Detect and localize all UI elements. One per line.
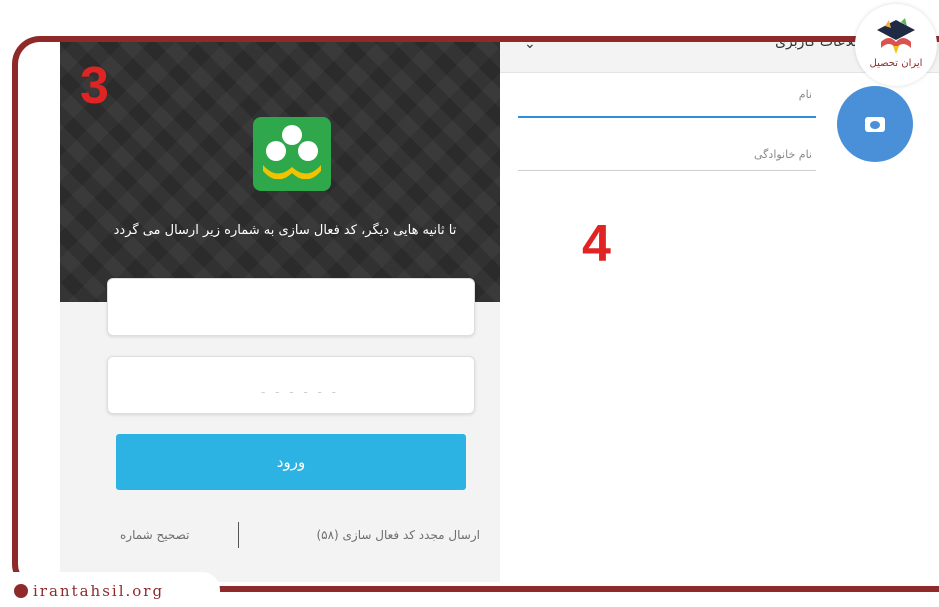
footer-divider bbox=[238, 522, 239, 548]
logo-dot bbox=[282, 125, 302, 145]
step-4-marker: 4 bbox=[582, 215, 611, 273]
fix-number-link[interactable]: تصحیح شماره bbox=[120, 528, 189, 542]
activation-code-placeholder: - - - - - - bbox=[260, 385, 339, 399]
last-name-placeholder: نام خانوادگی bbox=[754, 148, 812, 161]
last-name-field[interactable]: نام خانوادگی bbox=[518, 146, 816, 172]
brand-name: ایران تحصیل bbox=[869, 58, 923, 69]
watermark-text: irantahsil.org bbox=[33, 582, 165, 600]
first-name-placeholder: نام bbox=[798, 88, 812, 101]
globe-icon bbox=[14, 584, 28, 598]
brand-badge: ایران تحصیل bbox=[855, 4, 937, 86]
first-name-field[interactable]: نام bbox=[518, 86, 816, 118]
graduation-cap-icon bbox=[877, 18, 915, 54]
app-logo bbox=[253, 117, 331, 191]
logo-dot bbox=[298, 141, 318, 161]
phone-number-field[interactable] bbox=[107, 278, 475, 336]
profile-screen: ⌄ اطلاعات کاربری نام نام خانوادگی 4 bbox=[500, 42, 939, 582]
activation-notice: تا ثانیه هایی دیگر، کد فعال سازی به شمار… bbox=[113, 223, 457, 238]
site-watermark: irantahsil.org bbox=[0, 572, 220, 607]
logo-wave-icon bbox=[263, 165, 321, 179]
step-3-marker: 3 bbox=[80, 57, 109, 115]
chevron-down-icon[interactable]: ⌄ bbox=[524, 42, 536, 52]
screenshot-content: 3 تا ثانیه هایی دیگر، کد فعال سازی به شم… bbox=[20, 42, 939, 582]
activation-code-field[interactable]: - - - - - - bbox=[107, 356, 475, 414]
activation-footer: ارسال مجدد کد فعال سازی (۵۸) تصحیح شماره bbox=[100, 520, 480, 550]
last-name-underline bbox=[518, 170, 816, 171]
profile-photo-button[interactable] bbox=[837, 86, 913, 162]
activation-screen: 3 تا ثانیه هایی دیگر، کد فعال سازی به شم… bbox=[60, 42, 500, 582]
activation-header: 3 تا ثانیه هایی دیگر، کد فعال سازی به شم… bbox=[60, 42, 500, 302]
logo-dot bbox=[266, 141, 286, 161]
first-name-underline bbox=[518, 116, 816, 118]
resend-code-link[interactable]: ارسال مجدد کد فعال سازی (۵۸) bbox=[316, 528, 480, 542]
login-button[interactable]: ورود bbox=[116, 434, 466, 490]
